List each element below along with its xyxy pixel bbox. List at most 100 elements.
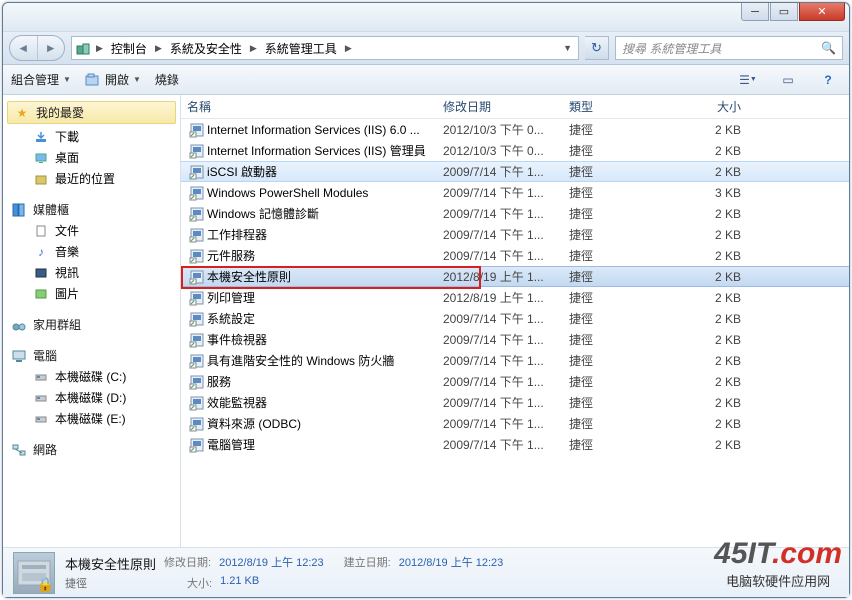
chevron-down-icon: ▼ [133, 75, 141, 84]
refresh-button[interactable]: ↻ [585, 36, 609, 60]
sidebar-item[interactable]: ♪音樂 [3, 241, 180, 262]
file-size: 2 KB [683, 249, 757, 263]
file-row[interactable]: Windows 記憶體診斷2009/7/14 下午 1...捷徑2 KB [181, 203, 849, 224]
file-row[interactable]: Windows PowerShell Modules2009/7/14 下午 1… [181, 182, 849, 203]
sidebar-item[interactable]: 本機磁碟 (C:) [3, 366, 180, 387]
lock-icon: 🔒 [37, 576, 54, 593]
forward-button[interactable]: ► [37, 36, 65, 60]
file-name: 具有進階安全性的 Windows 防火牆 [207, 352, 443, 369]
sidebar-computer[interactable]: 電腦 [3, 345, 180, 366]
chevron-down-icon: ▼ [63, 75, 71, 84]
shortcut-icon [187, 437, 207, 453]
file-date: 2009/7/14 下午 1... [443, 415, 569, 432]
file-row[interactable]: 事件檢視器2009/7/14 下午 1...捷徑2 KB [181, 329, 849, 350]
open-button[interactable]: 開啟 ▼ [85, 71, 141, 88]
close-button[interactable]: ✕ [799, 3, 845, 21]
organize-menu[interactable]: 組合管理 ▼ [11, 71, 71, 88]
chevron-right-icon: ▶ [153, 43, 164, 54]
file-type: 捷徑 [569, 310, 683, 327]
breadcrumb-segment[interactable]: 系統及安全性 [164, 37, 248, 59]
shortcut-icon [187, 269, 207, 285]
minimize-button[interactable]: ─ [741, 3, 769, 21]
file-date: 2009/7/14 下午 1... [443, 394, 569, 411]
col-type[interactable]: 類型 [569, 98, 683, 115]
col-date[interactable]: 修改日期 [443, 98, 569, 115]
file-name: 資料來源 (ODBC) [207, 415, 443, 432]
address-bar[interactable]: ▶ 控制台▶系統及安全性▶系統管理工具▶ ▼ [71, 36, 579, 60]
file-size: 2 KB [683, 291, 757, 305]
file-row[interactable]: 系統設定2009/7/14 下午 1...捷徑2 KB [181, 308, 849, 329]
sidebar-homegroup[interactable]: 家用群組 [3, 314, 180, 335]
sidebar-item-icon [33, 390, 49, 406]
col-name[interactable]: 名稱 [187, 98, 443, 115]
sidebar-network[interactable]: 網路 [3, 439, 180, 460]
file-date: 2009/7/14 下午 1... [443, 184, 569, 201]
view-options-button[interactable]: ☰ ▼ [735, 69, 761, 91]
sidebar-item-label: 本機磁碟 (E:) [55, 410, 126, 427]
burn-button[interactable]: 燒錄 [155, 71, 179, 88]
file-type: 捷徑 [569, 205, 683, 222]
shortcut-icon [187, 416, 207, 432]
sidebar-item[interactable]: 視訊 [3, 262, 180, 283]
maximize-button[interactable]: ▭ [770, 3, 798, 21]
details-pane: 🔒 本機安全性原則 修改日期: 2012/8/19 上午 12:23 建立日期:… [3, 547, 849, 597]
file-row[interactable]: 電腦管理2009/7/14 下午 1...捷徑2 KB [181, 434, 849, 455]
file-row[interactable]: 效能監視器2009/7/14 下午 1...捷徑2 KB [181, 392, 849, 413]
file-date: 2009/7/14 下午 1... [443, 205, 569, 222]
file-date: 2012/8/19 上午 1... [443, 268, 569, 285]
sidebar-item[interactable]: 最近的位置 [3, 168, 180, 189]
sidebar-item[interactable]: 本機磁碟 (E:) [3, 408, 180, 429]
location-icon [72, 40, 94, 56]
sidebar-libraries[interactable]: 媒體櫃 [3, 199, 180, 220]
file-size: 2 KB [683, 312, 757, 326]
help-button[interactable]: ? [815, 69, 841, 91]
breadcrumb-segment[interactable]: 系統管理工具 [259, 37, 343, 59]
sidebar-item[interactable]: 圖片 [3, 283, 180, 304]
file-row[interactable]: 工作排程器2009/7/14 下午 1...捷徑2 KB [181, 224, 849, 245]
file-row[interactable]: 具有進階安全性的 Windows 防火牆2009/7/14 下午 1...捷徑2… [181, 350, 849, 371]
file-type: 捷徑 [569, 163, 683, 180]
sidebar-item-icon [33, 129, 49, 145]
shortcut-icon [187, 206, 207, 222]
file-date: 2009/7/14 下午 1... [443, 352, 569, 369]
file-name: Internet Information Services (IIS) 6.0 … [207, 123, 443, 137]
file-row[interactable]: 服務2009/7/14 下午 1...捷徑2 KB [181, 371, 849, 392]
preview-pane-button[interactable]: ▭ [775, 69, 801, 91]
search-input[interactable]: 搜尋 系統管理工具 🔍 [615, 36, 843, 60]
sidebar-item[interactable]: 文件 [3, 220, 180, 241]
file-row[interactable]: Internet Information Services (IIS) 管理員2… [181, 140, 849, 161]
shortcut-icon [187, 143, 207, 159]
sidebar-item[interactable]: 桌面 [3, 147, 180, 168]
sidebar-item-label: 桌面 [55, 149, 79, 166]
file-row[interactable]: 本機安全性原則2012/8/19 上午 1...捷徑2 KB [181, 266, 849, 287]
sidebar-favorites[interactable]: ★ 我的最愛 [7, 101, 176, 124]
file-row[interactable]: Internet Information Services (IIS) 6.0 … [181, 119, 849, 140]
breadcrumb: 控制台▶系統及安全性▶系統管理工具▶ [105, 37, 557, 59]
libraries-icon [11, 202, 27, 218]
open-icon [85, 73, 101, 87]
file-name: 工作排程器 [207, 226, 443, 243]
file-row[interactable]: 元件服務2009/7/14 下午 1...捷徑2 KB [181, 245, 849, 266]
breadcrumb-segment[interactable]: 控制台 [105, 37, 153, 59]
sidebar-item-icon [33, 265, 49, 281]
file-date: 2009/7/14 下午 1... [443, 163, 569, 180]
file-size: 2 KB [683, 417, 757, 431]
file-row[interactable]: 列印管理2012/8/19 上午 1...捷徑2 KB [181, 287, 849, 308]
file-type: 捷徑 [569, 289, 683, 306]
back-button[interactable]: ◄ [10, 36, 37, 60]
details-create-label: 建立日期: [344, 554, 391, 573]
file-name: 效能監視器 [207, 394, 443, 411]
file-type: 捷徑 [569, 352, 683, 369]
file-row[interactable]: 資料來源 (ODBC)2009/7/14 下午 1...捷徑2 KB [181, 413, 849, 434]
sidebar-item[interactable]: 下載 [3, 126, 180, 147]
col-size[interactable]: 大小 [683, 98, 757, 115]
file-row[interactable]: iSCSI 啟動器2009/7/14 下午 1...捷徑2 KB [181, 161, 849, 182]
sidebar-item-label: 最近的位置 [55, 170, 115, 187]
sidebar-item-icon [33, 150, 49, 166]
shortcut-icon [187, 164, 207, 180]
sidebar-item[interactable]: 本機磁碟 (D:) [3, 387, 180, 408]
dropdown-icon[interactable]: ▼ [557, 43, 578, 53]
file-date: 2009/7/14 下午 1... [443, 373, 569, 390]
sidebar-item-icon [33, 369, 49, 385]
file-type: 捷徑 [569, 184, 683, 201]
